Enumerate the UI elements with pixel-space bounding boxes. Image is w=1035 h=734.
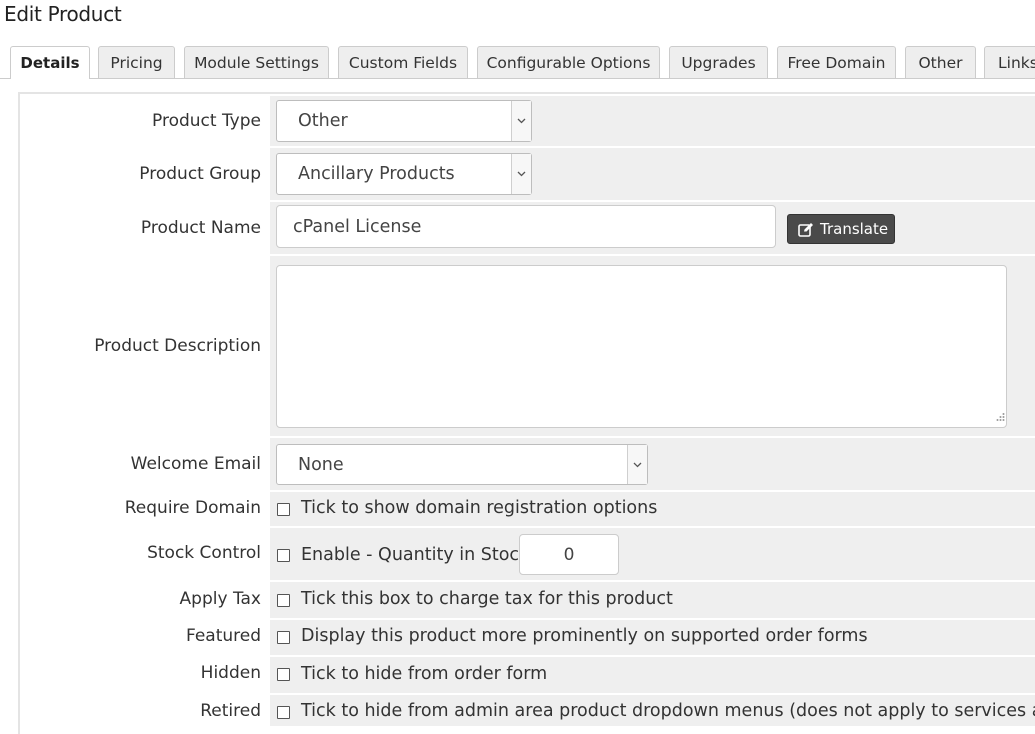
edit-icon (798, 222, 814, 237)
featured-label: Featured (185, 626, 261, 646)
tab-bar: Details Pricing Module Settings Custom F… (0, 0, 1035, 80)
row-stock-control: Stock Control Enable - Quantity in Stock… (0, 528, 1035, 580)
product-type-field: Other (270, 96, 1035, 146)
apply-tax-checkbox[interactable] (277, 594, 290, 607)
product-name-label: Product Name (140, 218, 261, 238)
featured-text: Display this product more prominently on… (301, 626, 868, 646)
welcome-email-field: None (270, 438, 1035, 490)
tab-upgrades[interactable]: Upgrades (669, 46, 768, 78)
welcome-email-select[interactable]: None (276, 444, 648, 485)
row-product-group: Product Group Ancillary Products (0, 148, 1035, 200)
require-domain-text: Tick to show domain registration options (301, 498, 658, 518)
tab-configurable-options[interactable]: Configurable Options (477, 46, 660, 78)
welcome-email-value: None (298, 454, 344, 475)
resize-grip-icon[interactable] (995, 407, 1005, 426)
row-retired: Retired Tick to hide from admin area pro… (0, 695, 1035, 726)
hidden-text: Tick to hide from order form (301, 664, 548, 684)
product-group-select[interactable]: Ancillary Products (276, 153, 532, 195)
product-name-input[interactable]: cPanel License (276, 205, 776, 248)
translate-button[interactable]: Translate (787, 214, 895, 244)
retired-field: Tick to hide from admin area product dro… (270, 695, 1035, 726)
chevron-down-icon (511, 154, 531, 194)
require-domain-field: Tick to show domain registration options (270, 492, 1035, 526)
retired-label: Retired (200, 701, 261, 721)
tab-baseline (0, 78, 1035, 79)
chevron-down-icon (627, 445, 647, 484)
tab-other[interactable]: Other (905, 46, 976, 78)
product-type-label: Product Type (152, 111, 261, 131)
stock-control-checkbox[interactable] (277, 549, 290, 562)
featured-checkbox[interactable] (277, 631, 290, 644)
product-type-select[interactable]: Other (276, 100, 532, 142)
row-hidden: Hidden Tick to hide from order form (0, 657, 1035, 693)
translate-label: Translate (820, 220, 889, 238)
product-description-textarea[interactable] (276, 265, 1007, 428)
stock-control-label: Stock Control (147, 543, 261, 563)
require-domain-label: Require Domain (124, 498, 261, 518)
row-featured: Featured Display this product more promi… (0, 620, 1035, 655)
featured-field: Display this product more prominently on… (270, 620, 1035, 655)
row-product-type: Product Type Other (0, 96, 1035, 146)
tab-free-domain[interactable]: Free Domain (777, 46, 896, 78)
product-group-label: Product Group (139, 164, 261, 184)
apply-tax-field: Tick this box to charge tax for this pro… (270, 582, 1035, 618)
stock-control-field: Enable - Quantity in Stock: 0 (270, 528, 1035, 580)
product-type-value: Other (298, 111, 348, 131)
tab-links[interactable]: Links (984, 46, 1035, 78)
product-description-field (270, 256, 1035, 436)
retired-checkbox[interactable] (277, 706, 290, 719)
tab-details[interactable]: Details (10, 46, 90, 79)
tab-pricing[interactable]: Pricing (98, 46, 175, 78)
chevron-down-icon (511, 101, 531, 141)
product-group-value: Ancillary Products (298, 164, 455, 184)
row-apply-tax: Apply Tax Tick this box to charge tax fo… (0, 582, 1035, 618)
row-welcome-email: Welcome Email None (0, 438, 1035, 490)
row-product-name: Product Name cPanel License Translate (0, 202, 1035, 254)
tab-custom-fields[interactable]: Custom Fields (338, 46, 468, 78)
retired-text: Tick to hide from admin area product dro… (301, 701, 1035, 721)
hidden-checkbox[interactable] (277, 668, 290, 681)
welcome-email-label: Welcome Email (130, 454, 261, 474)
product-group-field: Ancillary Products (270, 148, 1035, 200)
stock-quantity-input[interactable]: 0 (519, 534, 619, 575)
row-product-description: Product Description (0, 256, 1035, 436)
stock-control-text: Enable - Quantity in Stock: (301, 545, 536, 565)
tab-module-settings[interactable]: Module Settings (184, 46, 329, 78)
product-name-field: cPanel License Translate (270, 202, 1035, 254)
apply-tax-text: Tick this box to charge tax for this pro… (301, 589, 673, 609)
hidden-label: Hidden (200, 663, 261, 683)
require-domain-checkbox[interactable] (277, 503, 290, 516)
apply-tax-label: Apply Tax (179, 589, 261, 609)
row-require-domain: Require Domain Tick to show domain regis… (0, 492, 1035, 526)
hidden-field: Tick to hide from order form (270, 657, 1035, 693)
product-description-label: Product Description (94, 336, 261, 356)
